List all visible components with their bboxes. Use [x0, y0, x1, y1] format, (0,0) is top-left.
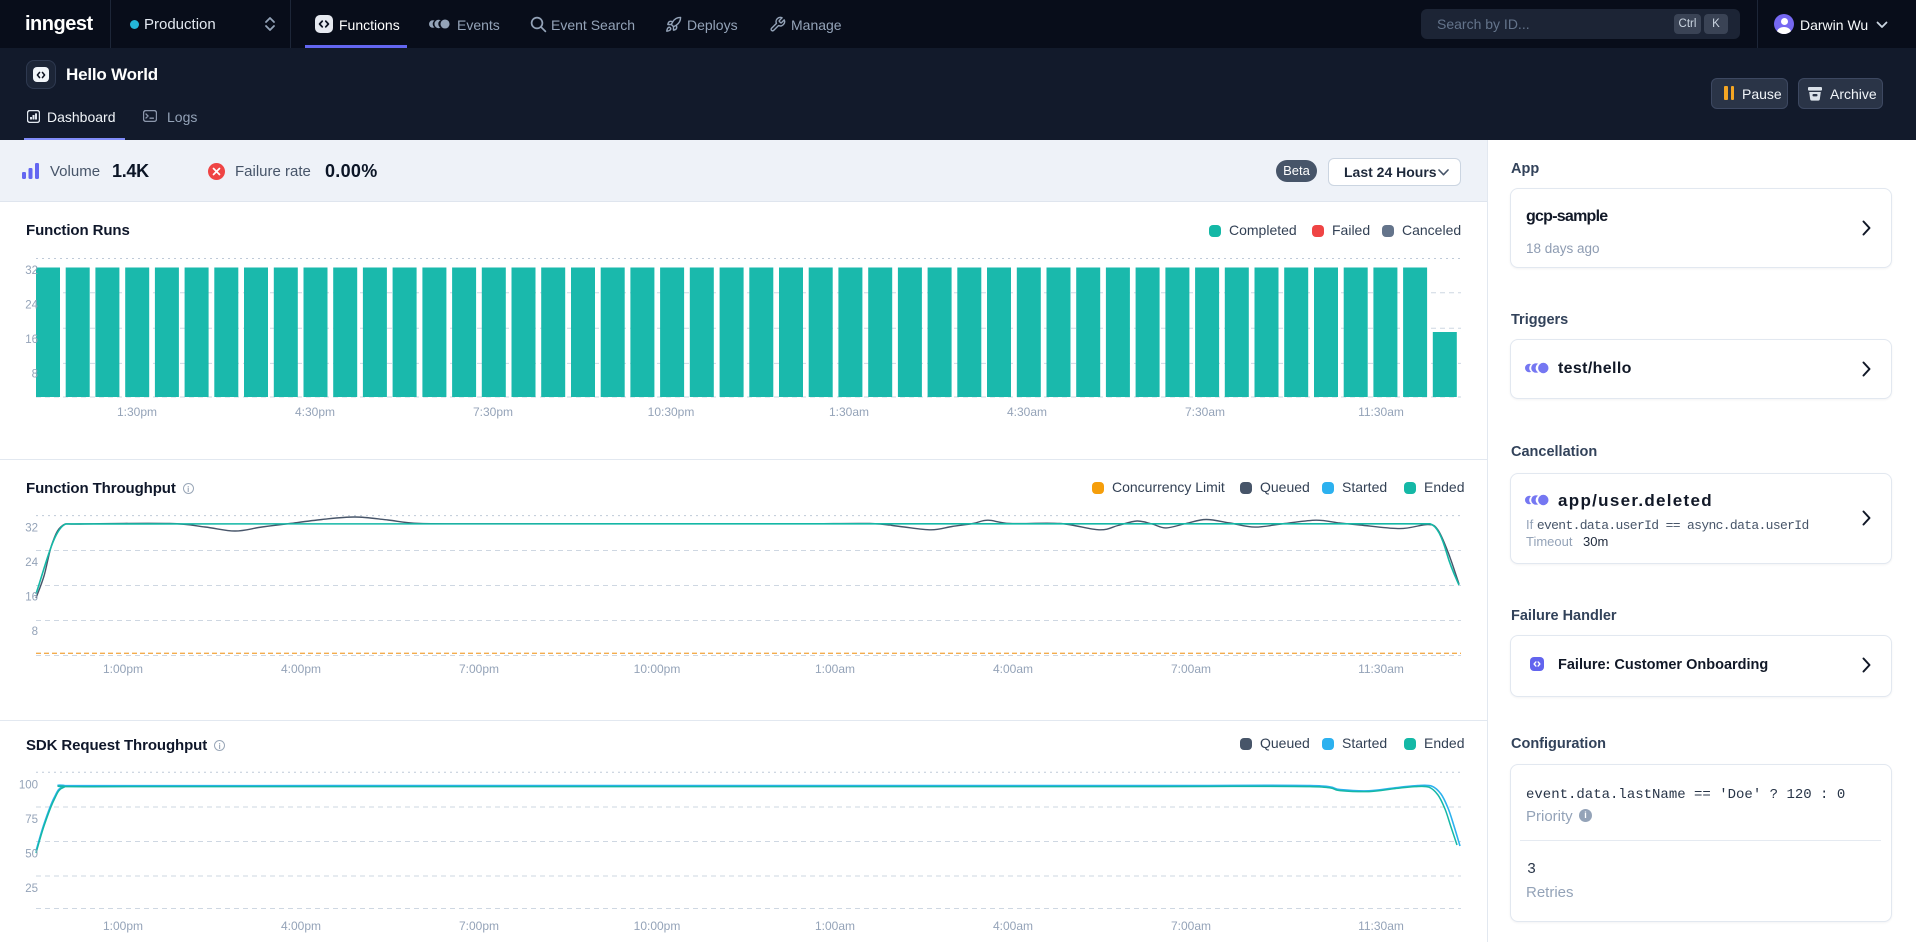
svg-text:7:00pm: 7:00pm [459, 919, 499, 933]
svg-text:1:00am: 1:00am [815, 919, 855, 933]
svg-text:11:30am: 11:30am [1358, 405, 1404, 419]
svg-text:1:00pm: 1:00pm [103, 919, 143, 933]
svg-text:4:00am: 4:00am [993, 662, 1033, 676]
svg-text:50: 50 [25, 849, 38, 861]
svg-text:10:30pm: 10:30pm [648, 405, 695, 419]
svg-text:8: 8 [32, 369, 38, 381]
svg-text:32: 32 [25, 523, 38, 535]
svg-text:100: 100 [19, 780, 38, 792]
svg-text:1:00am: 1:00am [815, 662, 855, 676]
svg-text:10:00pm: 10:00pm [634, 919, 681, 933]
svg-text:25: 25 [25, 883, 38, 895]
svg-text:10:00pm: 10:00pm [634, 662, 681, 676]
svg-text:4:00pm: 4:00pm [281, 919, 321, 933]
svg-text:16: 16 [25, 334, 38, 346]
svg-text:75: 75 [25, 814, 38, 826]
svg-text:24: 24 [25, 557, 38, 569]
svg-text:11:30am: 11:30am [1358, 662, 1404, 676]
svg-text:4:30am: 4:30am [1007, 405, 1047, 419]
svg-text:7:30pm: 7:30pm [473, 405, 513, 419]
svg-text:7:30am: 7:30am [1185, 405, 1225, 419]
svg-text:1:30pm: 1:30pm [117, 405, 157, 419]
svg-text:7:00am: 7:00am [1171, 662, 1211, 676]
svg-text:24: 24 [25, 300, 38, 312]
svg-text:16: 16 [25, 592, 38, 604]
svg-text:4:00am: 4:00am [993, 919, 1033, 933]
svg-text:7:00am: 7:00am [1171, 919, 1211, 933]
svg-text:1:30am: 1:30am [829, 405, 869, 419]
svg-text:11:30am: 11:30am [1358, 919, 1404, 933]
svg-text:32: 32 [25, 265, 38, 277]
svg-text:8: 8 [32, 626, 38, 638]
svg-text:4:00pm: 4:00pm [281, 662, 321, 676]
svg-text:4:30pm: 4:30pm [295, 405, 335, 419]
svg-text:1:00pm: 1:00pm [103, 662, 143, 676]
svg-text:7:00pm: 7:00pm [459, 662, 499, 676]
